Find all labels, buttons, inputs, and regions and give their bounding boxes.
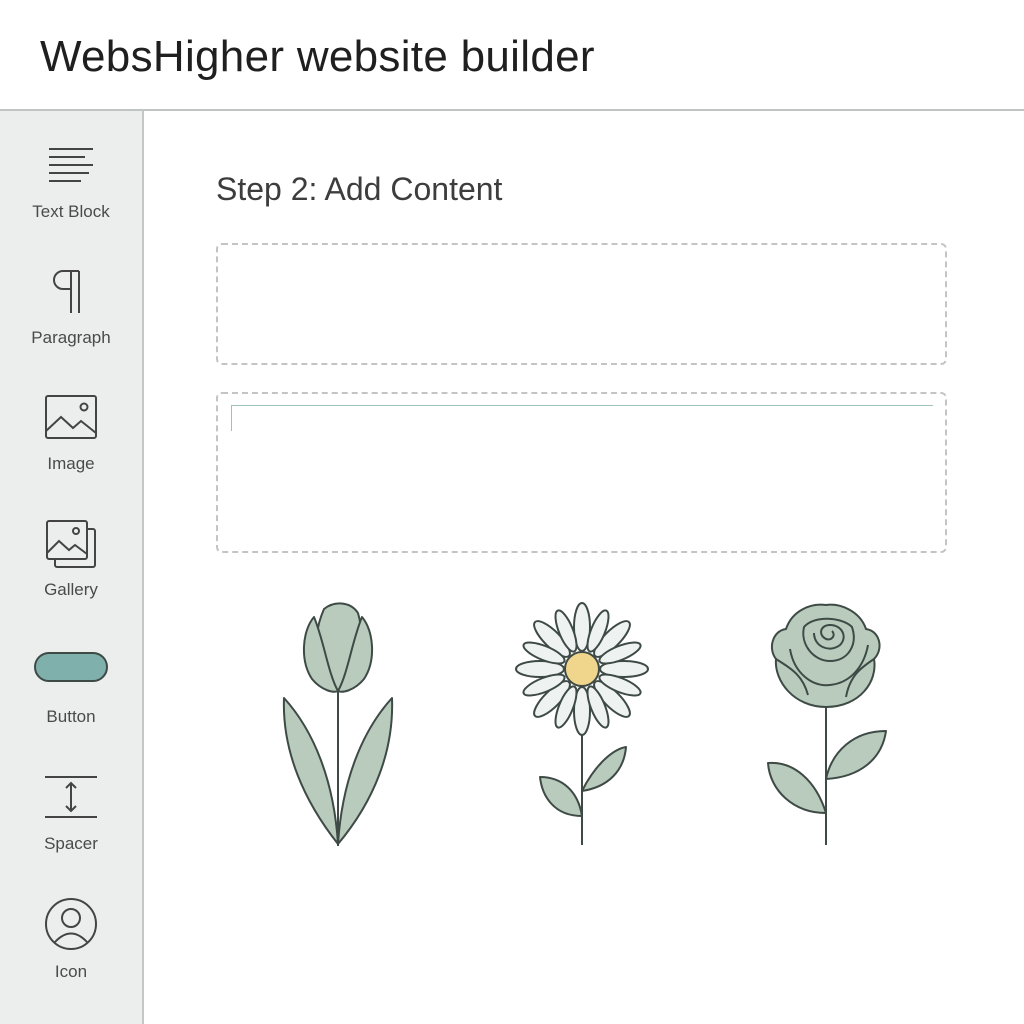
image-icon	[0, 393, 142, 463]
text-cursor	[231, 405, 232, 431]
tool-label: Gallery	[44, 580, 98, 599]
app-title: WebsHigher website builder	[40, 32, 595, 81]
tool-label: Button	[46, 707, 96, 726]
component-sidebar: Text Block Paragraph Image Gallery Butto…	[0, 111, 144, 1024]
step-title: Step 2: Add Content	[216, 171, 503, 207]
tool-icon[interactable]: Icon	[0, 897, 142, 1007]
tool-text-block[interactable]: Text Block	[0, 141, 142, 251]
tool-spacer[interactable]: Spacer	[0, 771, 142, 881]
tulip-illustration	[282, 602, 394, 846]
button-shape-icon	[0, 645, 142, 715]
app-header: WebsHigher website builder	[0, 0, 1024, 111]
daisy-illustration	[515, 602, 649, 845]
content-dropzone[interactable]	[216, 392, 947, 553]
tool-label: Paragraph	[31, 328, 111, 347]
tool-image[interactable]: Image	[0, 393, 142, 503]
content-dropzone[interactable]	[216, 243, 947, 365]
gallery-icon	[0, 519, 142, 589]
insert-guide-line	[231, 405, 933, 406]
tool-label: Text Block	[32, 202, 110, 221]
text-block-icon	[0, 141, 142, 211]
tool-label: Image	[47, 454, 95, 473]
spacer-icon	[0, 771, 142, 841]
pilcrow-icon	[0, 267, 142, 337]
user-circle-icon	[0, 897, 142, 967]
rose-illustration	[767, 603, 887, 845]
canvas-area: Step 2: Add Content	[144, 113, 1024, 1024]
tool-gallery[interactable]: Gallery	[0, 519, 142, 629]
tool-button[interactable]: Button	[0, 645, 142, 755]
tool-label: Spacer	[44, 834, 98, 853]
tool-paragraph[interactable]: Paragraph	[0, 267, 142, 377]
tool-label: Icon	[54, 962, 88, 981]
